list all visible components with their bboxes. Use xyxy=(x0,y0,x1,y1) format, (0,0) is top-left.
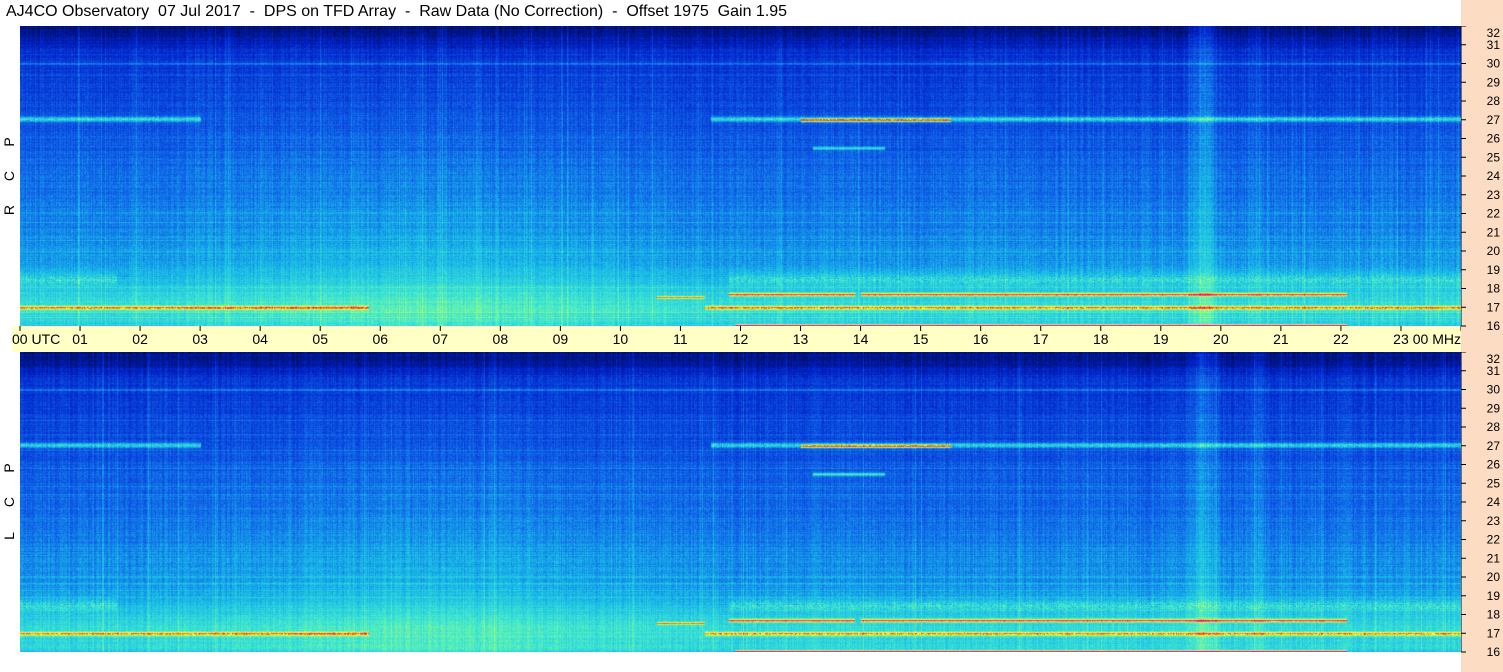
time-tick-label: 00 UTC xyxy=(12,331,60,347)
frequency-tick-label: 26 xyxy=(1487,132,1501,146)
frequency-tick-label: 20 xyxy=(1487,244,1501,258)
time-tick-label: 19 xyxy=(1153,331,1169,347)
frequency-tick-label: 26 xyxy=(1487,458,1501,472)
frequency-tick-label: 23 xyxy=(1487,514,1501,528)
time-tick-label: 06 xyxy=(372,331,388,347)
frequency-tick-label: 30 xyxy=(1487,383,1501,397)
rcp-spectrogram xyxy=(20,26,1461,326)
frequency-tick-label: 32 xyxy=(1487,352,1501,366)
time-tick-label: 08 xyxy=(493,331,509,347)
lcp-polarization-label: P C L xyxy=(1,463,17,540)
time-tick-label: 02 xyxy=(132,331,148,347)
time-tick-label: 20 xyxy=(1213,331,1229,347)
time-tick-label: 01 xyxy=(72,331,88,347)
frequency-tick-label: 28 xyxy=(1487,94,1501,108)
frequency-tick-label: 29 xyxy=(1487,401,1501,415)
frequency-tick-label: 28 xyxy=(1487,420,1501,434)
rcp-spectrogram-canvas xyxy=(20,26,1461,326)
frequency-tick-label: 20 xyxy=(1487,570,1501,584)
frequency-tick-label: 17 xyxy=(1487,300,1501,314)
time-tick-label: 13 xyxy=(793,331,809,347)
time-tick-label: 10 xyxy=(613,331,629,347)
frequency-tick-label: 24 xyxy=(1487,169,1501,183)
time-tick-label: 22 xyxy=(1333,331,1349,347)
lcp-frequency-axis: 1617181920212223242526272829303132 xyxy=(1461,352,1501,659)
time-tick-label: 23 xyxy=(1393,331,1409,347)
frequency-tick-label: 19 xyxy=(1487,589,1501,603)
frequency-tick-label: 25 xyxy=(1487,476,1501,490)
frequency-tick-label: 22 xyxy=(1487,207,1501,221)
lcp-spectrogram xyxy=(20,352,1461,652)
frequency-tick-label: 27 xyxy=(1487,439,1501,453)
time-tick-label: 00 MHz xyxy=(1413,331,1461,347)
rcp-polarization-label: P C R xyxy=(1,137,17,216)
frequency-tick-label: 18 xyxy=(1487,608,1501,622)
frequency-tick-label: 21 xyxy=(1487,551,1501,565)
time-tick-label: 11 xyxy=(673,331,688,347)
time-tick-label: 14 xyxy=(853,331,869,347)
time-tick-label: 16 xyxy=(973,331,989,347)
frequency-tick-label: 27 xyxy=(1487,113,1501,127)
frequency-tick-label: 32 xyxy=(1487,26,1501,40)
time-tick-label: 09 xyxy=(553,331,569,347)
frequency-tick-label: 18 xyxy=(1487,282,1501,296)
frequency-tick-label: 24 xyxy=(1487,495,1501,509)
time-tick-label: 17 xyxy=(1033,331,1049,347)
frequency-tick-label: 17 xyxy=(1487,626,1501,640)
time-tick-label: 05 xyxy=(312,331,328,347)
chart-title: AJ4CO Observatory 07 Jul 2017 - DPS on T… xyxy=(6,3,788,20)
frequency-tick-label: 19 xyxy=(1487,263,1501,277)
time-tick-label: 12 xyxy=(733,331,749,347)
time-axis: 00 UTC 01 02 03 04 05 06 07 08 09 10 11 12 13 14 15 16 17… xyxy=(12,326,1461,352)
frequency-tick-label: 25 xyxy=(1487,150,1501,164)
time-tick-label: 21 xyxy=(1273,331,1289,347)
lcp-spectrogram-canvas xyxy=(20,352,1461,652)
frequency-tick-label: 16 xyxy=(1487,319,1501,333)
time-tick-label: 15 xyxy=(913,331,929,347)
frequency-tick-label: 23 xyxy=(1487,188,1501,202)
time-tick-label: 04 xyxy=(252,331,268,347)
time-tick-label: 07 xyxy=(433,331,449,347)
frequency-tick-label: 21 xyxy=(1487,225,1501,239)
rcp-frequency-axis: 1617181920212223242526272829303132 xyxy=(1461,26,1501,333)
frequency-tick-label: 29 xyxy=(1487,75,1501,89)
frequency-tick-label: 30 xyxy=(1487,57,1501,71)
frequency-tick-label: 22 xyxy=(1487,533,1501,547)
time-tick-label: 18 xyxy=(1093,331,1109,347)
time-tick-label: 03 xyxy=(192,331,208,347)
frequency-tick-label: 16 xyxy=(1487,645,1501,659)
